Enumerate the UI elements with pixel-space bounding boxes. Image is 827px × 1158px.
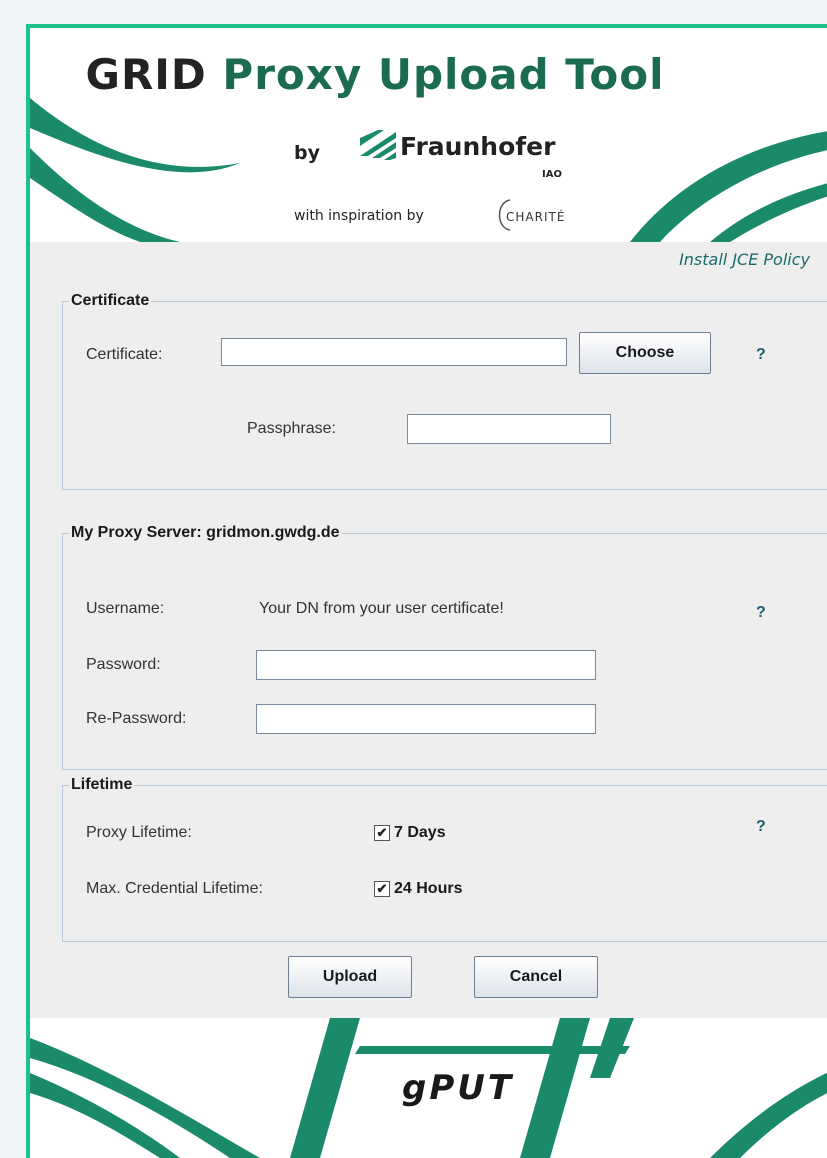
certificate-legend: Certificate: [71, 292, 150, 309]
proxy-lifetime-label: Proxy Lifetime:: [86, 824, 192, 841]
certificate-help-icon[interactable]: ?: [756, 346, 766, 364]
repassword-field[interactable]: [256, 704, 596, 734]
lifetime-help-icon[interactable]: ?: [756, 818, 766, 836]
install-jce-link[interactable]: Install JCE Policy: [679, 250, 810, 269]
certificate-group: Certificate: [62, 292, 827, 490]
passphrase-label: Passphrase:: [247, 420, 336, 437]
lifetime-legend: Lifetime: [71, 776, 133, 793]
app-title: GRID Proxy Upload Tool: [30, 50, 720, 99]
footer-banner: gPUT: [30, 1018, 827, 1158]
password-field[interactable]: [256, 650, 596, 680]
upload-button[interactable]: Upload: [288, 956, 412, 998]
footer-brand: gPUT: [402, 1068, 515, 1108]
byline: by: [294, 142, 320, 164]
main-panel: Install JCE Policy Certificate Certifica…: [30, 242, 827, 1018]
certificate-label: Certificate:: [86, 346, 163, 363]
passphrase-field[interactable]: [407, 414, 611, 444]
password-label: Password:: [86, 656, 161, 673]
max-credential-label: Max. Credential Lifetime:: [86, 880, 263, 897]
username-label: Username:: [86, 600, 165, 617]
org-name: Fraunhofer: [400, 132, 556, 161]
checkmark-icon: ✔: [374, 825, 390, 841]
certificate-field[interactable]: [221, 338, 567, 366]
inspiration-text: with inspiration by: [294, 208, 424, 224]
title-rest: Proxy Upload Tool: [222, 50, 665, 99]
myproxy-legend: My Proxy Server: gridmon.gwdg.de: [71, 524, 340, 541]
partner-name: CHARITÉ: [506, 210, 566, 224]
org-sub: IAO: [542, 169, 562, 180]
username-value: Your DN from your user certificate!: [259, 600, 504, 617]
proxy-lifetime-value: 7 Days: [394, 824, 446, 841]
cancel-button[interactable]: Cancel: [474, 956, 598, 998]
app-window: GRID Proxy Upload Tool by Fraunhofer IAO…: [26, 24, 827, 1158]
choose-button[interactable]: Choose: [579, 332, 711, 374]
title-grid: GRID: [85, 50, 207, 99]
repassword-label: Re-Password:: [86, 710, 187, 727]
header-banner: GRID Proxy Upload Tool by Fraunhofer IAO…: [30, 28, 827, 242]
fraunhofer-logo-icon: [360, 130, 396, 160]
max-credential-checkbox[interactable]: ✔ 24 Hours: [374, 880, 462, 898]
proxy-lifetime-checkbox[interactable]: ✔ 7 Days: [374, 824, 446, 842]
max-credential-value: 24 Hours: [394, 880, 463, 897]
lifetime-group: Lifetime: [62, 776, 827, 942]
checkmark-icon: ✔: [374, 881, 390, 897]
myproxy-help-icon[interactable]: ?: [756, 604, 766, 622]
